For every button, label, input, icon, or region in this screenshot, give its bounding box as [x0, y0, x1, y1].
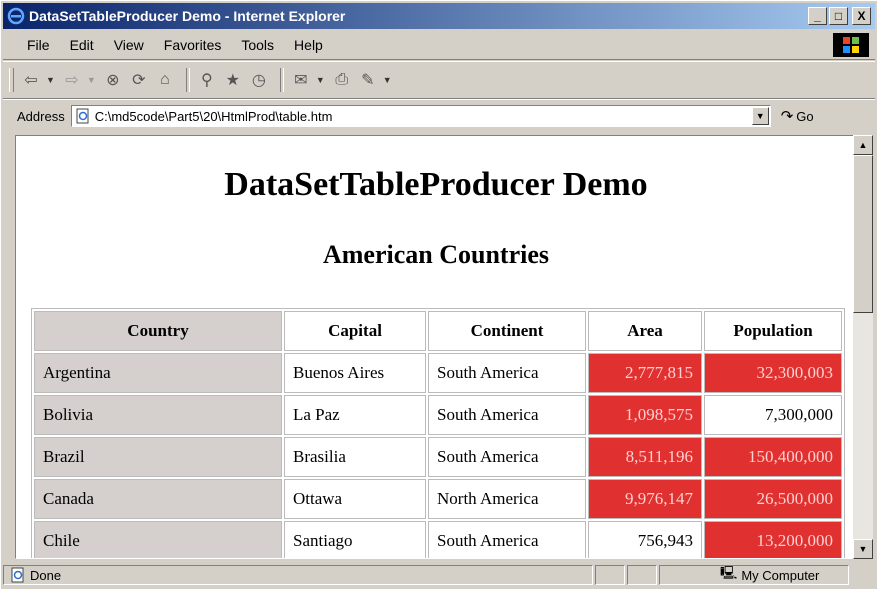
status-bar: Done 🖳 My Computer [3, 563, 875, 587]
standard-toolbar: ⇦ ▼ ⇨ ▼ ⊗ ⟳ ⌂ ⚲ ★ ◷ ✉ ▼ ⎙ ✎ ▼ [3, 61, 875, 99]
cell-country: Chile [34, 521, 282, 558]
page-content: DataSetTableProducer Demo American Count… [15, 135, 857, 559]
menu-help[interactable]: Help [294, 37, 323, 53]
scroll-up-icon[interactable]: ▲ [853, 135, 873, 155]
back-icon[interactable]: ⇦ [20, 69, 42, 91]
header-country: Country [34, 311, 282, 351]
status-panel-empty [595, 565, 625, 585]
address-input[interactable]: C:\md5code\Part5\20\HtmlProd\table.htm ▼ [70, 105, 771, 127]
history-icon[interactable]: ◷ [248, 69, 270, 91]
forward-icon[interactable]: ⇨ [61, 69, 83, 91]
cell-population: 26,500,000 [704, 479, 842, 519]
cell-area: 9,976,147 [588, 479, 702, 519]
menu-edit[interactable]: Edit [70, 37, 94, 53]
refresh-icon[interactable]: ⟳ [128, 69, 150, 91]
toolbar-grip[interactable] [9, 68, 14, 92]
cell-population: 7,300,000 [704, 395, 842, 435]
edit-icon[interactable]: ✎ [357, 69, 379, 91]
scrollbar-thumb[interactable] [853, 155, 873, 313]
cell-area: 1,098,575 [588, 395, 702, 435]
cell-population: 13,200,000 [704, 521, 842, 558]
zone-panel: 🖳 My Computer [659, 565, 849, 585]
cell-capital: Ottawa [284, 479, 426, 519]
cell-continent: South America [428, 353, 586, 393]
computer-icon: 🖳 [720, 565, 738, 580]
table-row: Bolivia La Paz South America 1,098,575 7… [34, 395, 842, 435]
status-text: Done [30, 567, 62, 583]
cell-country: Brazil [34, 437, 282, 477]
address-bar: Address C:\md5code\Part5\20\HtmlProd\tab… [3, 99, 875, 132]
menu-file[interactable]: File [27, 37, 50, 53]
status-panel: Done [3, 565, 593, 585]
cell-capital: Santiago [284, 521, 426, 558]
cell-country: Argentina [34, 353, 282, 393]
countries-table: Country Capital Continent Area Populatio… [31, 308, 845, 558]
close-button[interactable]: X [852, 7, 871, 25]
windows-logo-icon [833, 33, 869, 57]
cell-area: 756,943 [588, 521, 702, 558]
table-row: Brazil Brasilia South America 8,511,196 … [34, 437, 842, 477]
table-row: Canada Ottawa North America 9,976,147 26… [34, 479, 842, 519]
cell-capital: Brasilia [284, 437, 426, 477]
maximize-button[interactable]: □ [829, 7, 848, 25]
menu-view[interactable]: View [114, 37, 144, 53]
header-area: Area [588, 311, 702, 351]
zone-text: My Computer [741, 567, 820, 583]
address-dropdown-icon[interactable]: ▼ [751, 107, 769, 125]
minimize-button[interactable]: _ [808, 7, 827, 25]
go-arrow-icon: ↷ [780, 108, 794, 125]
address-label: Address [17, 108, 65, 124]
favorites-icon[interactable]: ★ [222, 69, 244, 91]
title-bar[interactable]: DataSetTableProducer Demo - Internet Exp… [3, 3, 875, 29]
back-dropdown-icon[interactable]: ▼ [46, 75, 55, 85]
ie-page-icon [11, 567, 24, 583]
stop-icon[interactable]: ⊗ [102, 69, 124, 91]
search-icon[interactable]: ⚲ [196, 69, 218, 91]
home-icon[interactable]: ⌂ [154, 69, 176, 91]
table-header-row: Country Capital Continent Area Populatio… [34, 311, 842, 351]
forward-dropdown-icon[interactable]: ▼ [87, 75, 96, 85]
mail-dropdown-icon[interactable]: ▼ [316, 75, 325, 85]
cell-continent: South America [428, 437, 586, 477]
menu-favorites[interactable]: Favorites [164, 37, 222, 53]
toolbar-separator [279, 68, 284, 92]
page-title: DataSetTableProducer Demo [224, 166, 648, 203]
go-button[interactable]: ↷ Go [781, 107, 814, 125]
cell-country: Canada [34, 479, 282, 519]
mail-icon[interactable]: ✉ [290, 69, 312, 91]
menu-bar: File Edit View Favorites Tools Help [3, 31, 875, 60]
print-icon[interactable]: ⎙ [331, 69, 353, 91]
header-capital: Capital [284, 311, 426, 351]
table-row: Chile Santiago South America 756,943 13,… [34, 521, 842, 558]
scroll-down-icon[interactable]: ▼ [853, 539, 873, 559]
address-value: C:\md5code\Part5\20\HtmlProd\table.htm [94, 108, 333, 124]
go-label: Go [796, 108, 814, 124]
edit-dropdown-icon[interactable]: ▼ [383, 75, 392, 85]
table-row: Argentina Buenos Aires South America 2,7… [34, 353, 842, 393]
page-icon [76, 108, 89, 124]
status-panel-empty [627, 565, 657, 585]
cell-area: 8,511,196 [588, 437, 702, 477]
window-title: DataSetTableProducer Demo - Internet Exp… [29, 8, 346, 24]
browser-window: DataSetTableProducer Demo - Internet Exp… [0, 0, 878, 590]
cell-continent: South America [428, 521, 586, 558]
cell-continent: South America [428, 395, 586, 435]
header-population: Population [704, 311, 842, 351]
cell-area: 2,777,815 [588, 353, 702, 393]
cell-population: 150,400,000 [704, 437, 842, 477]
cell-capital: La Paz [284, 395, 426, 435]
menu-tools[interactable]: Tools [241, 37, 274, 53]
cell-country: Bolivia [34, 395, 282, 435]
cell-continent: North America [428, 479, 586, 519]
page-subtitle: American Countries [322, 240, 549, 269]
cell-population: 32,300,003 [704, 353, 842, 393]
cell-capital: Buenos Aires [284, 353, 426, 393]
ie-logo-icon [7, 7, 25, 25]
vertical-scrollbar[interactable]: ▲ ▼ [853, 135, 873, 559]
header-continent: Continent [428, 311, 586, 351]
toolbar-separator [185, 68, 190, 92]
